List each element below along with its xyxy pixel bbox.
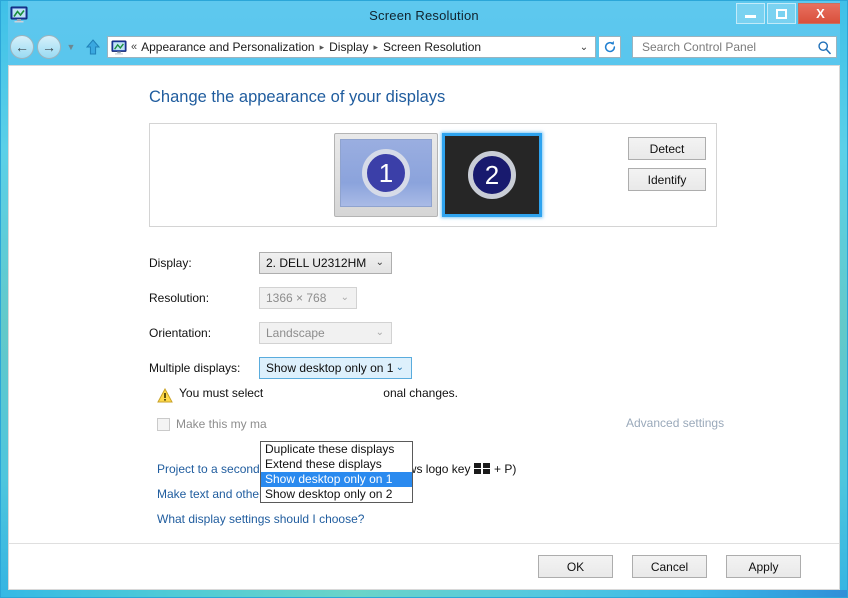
orientation-select-value: Landscape [266, 325, 325, 340]
page-title: Change the appearance of your displays [149, 88, 446, 106]
ok-button[interactable]: OK [538, 555, 613, 578]
project-hint-after: + P) [493, 461, 517, 476]
display-settings-form: Display: 2. DELL U2312HM ⌄ Resolution: 1… [149, 245, 839, 385]
display-monitor-icon [10, 6, 28, 23]
refresh-button[interactable] [599, 36, 621, 58]
chevron-down-icon: ⌄ [375, 256, 384, 268]
breadcrumb-display[interactable]: Display [329, 40, 368, 54]
maximize-icon [776, 8, 787, 19]
back-button[interactable]: ← [10, 35, 34, 59]
window-frame-bottom [1, 590, 847, 597]
address-chevron-down-icon[interactable]: ⌄ [575, 37, 593, 57]
up-button[interactable] [82, 35, 104, 59]
search-input[interactable] [640, 39, 817, 55]
advanced-settings-link[interactable]: Advanced settings [626, 416, 724, 430]
breadcrumb-overflow-icon[interactable]: « [131, 41, 137, 53]
breadcrumb-appearance[interactable]: Appearance and Personalization [141, 40, 314, 54]
recent-pages-chevron-down-icon[interactable]: ▼ [64, 36, 78, 58]
resolution-row: Resolution: 1366 × 768 ⌄ [149, 280, 839, 315]
minimize-button[interactable] [736, 3, 765, 24]
window-frame-right [840, 1, 847, 597]
make-main-display-checkbox[interactable] [157, 417, 170, 431]
multiple-displays-dropdown-list[interactable]: Duplicate these displays Extend these di… [260, 441, 413, 503]
breadcrumb-screen-resolution[interactable]: Screen Resolution [383, 40, 481, 54]
warning-triangle-icon [157, 387, 173, 403]
address-display-monitor-icon [111, 39, 127, 55]
apply-button[interactable]: Apply [726, 555, 801, 578]
orientation-row: Orientation: Landscape ⌄ [149, 315, 839, 350]
main-display-row: Make this my ma Advanced settings [157, 414, 839, 434]
breadcrumb-separator-icon: ▸ [319, 41, 325, 52]
dropdown-option-only-on-2[interactable]: Show desktop only on 2 [261, 487, 412, 502]
dropdown-option-duplicate[interactable]: Duplicate these displays [261, 442, 412, 457]
link-row-what-settings: What display settings should I choose? [157, 506, 839, 531]
make-main-display-label: Make this my ma [176, 417, 267, 431]
multiple-displays-select[interactable]: Show desktop only on 1 ⌄ [259, 356, 412, 379]
monitor-1-screen: 1 [340, 139, 432, 207]
preview-actions: Detect Identify [628, 137, 706, 191]
apply-warning-text-after: onal changes. [383, 386, 459, 400]
orientation-label: Orientation: [149, 325, 212, 340]
display-label: Display: [149, 255, 192, 270]
window-frame-left [1, 1, 8, 597]
apply-warning: You must select onal changes. [157, 386, 839, 410]
what-display-settings-link[interactable]: What display settings should I choose? [157, 512, 364, 526]
title-bar: Screen Resolution X [1, 1, 847, 29]
search-box[interactable] [632, 36, 837, 58]
apply-warning-text: You must select onal changes. [179, 386, 458, 400]
multiple-displays-row: Multiple displays: Show desktop only on … [149, 350, 839, 385]
detect-button[interactable]: Detect [628, 137, 706, 160]
orientation-select[interactable]: Landscape ⌄ [259, 321, 392, 344]
monitor-preview-1[interactable]: 1 [334, 133, 438, 217]
dialog-footer: OK Cancel Apply [9, 543, 839, 589]
screen-resolution-window: Screen Resolution X ← → ▼ « Appearance a… [0, 0, 848, 598]
chevron-down-icon: ⌄ [340, 291, 349, 303]
up-arrow-icon [86, 39, 100, 55]
display-preview-panel: 1 2 Detect Identify [149, 123, 717, 227]
navigation-bar: ← → ▼ « Appearance and Personalization ▸… [1, 29, 847, 65]
display-select[interactable]: 2. DELL U2312HM ⌄ [259, 251, 392, 274]
window-title: Screen Resolution [369, 7, 479, 23]
windows-logo-icon [474, 462, 490, 475]
content-area: Change the appearance of your displays 1… [8, 65, 840, 590]
chevron-down-icon: ⌄ [375, 326, 384, 338]
monitor-1-number: 1 [362, 149, 410, 197]
refresh-icon [604, 41, 615, 53]
display-row: Display: 2. DELL U2312HM ⌄ [149, 245, 839, 280]
monitor-2-number: 2 [468, 151, 516, 199]
resolution-select[interactable]: 1366 × 768 ⌄ [259, 286, 357, 309]
window-controls: X [736, 3, 843, 24]
search-icon[interactable] [817, 40, 832, 55]
cancel-button[interactable]: Cancel [632, 555, 707, 578]
address-bar[interactable]: « Appearance and Personalization ▸ Displ… [107, 36, 596, 58]
forward-button[interactable]: → [37, 35, 61, 59]
apply-warning-text-before: You must select [179, 386, 264, 400]
maximize-button[interactable] [767, 3, 796, 24]
identify-button[interactable]: Identify [628, 168, 706, 191]
monitor-preview-2[interactable]: 2 [442, 133, 542, 217]
dropdown-option-only-on-1[interactable]: Show desktop only on 1 [261, 472, 412, 487]
display-select-value: 2. DELL U2312HM [266, 255, 367, 270]
chevron-down-icon: ⌄ [395, 361, 404, 373]
multiple-displays-value: Show desktop only on 1 [266, 360, 394, 375]
close-button[interactable]: X [798, 3, 843, 24]
resolution-label: Resolution: [149, 290, 210, 305]
dropdown-option-extend[interactable]: Extend these displays [261, 457, 412, 472]
page-body: Change the appearance of your displays 1… [9, 66, 839, 543]
multiple-displays-label: Multiple displays: [149, 360, 241, 375]
breadcrumb-separator-icon: ▸ [373, 41, 379, 52]
resolution-select-value: 1366 × 768 [266, 290, 327, 305]
minimize-icon [745, 15, 756, 18]
